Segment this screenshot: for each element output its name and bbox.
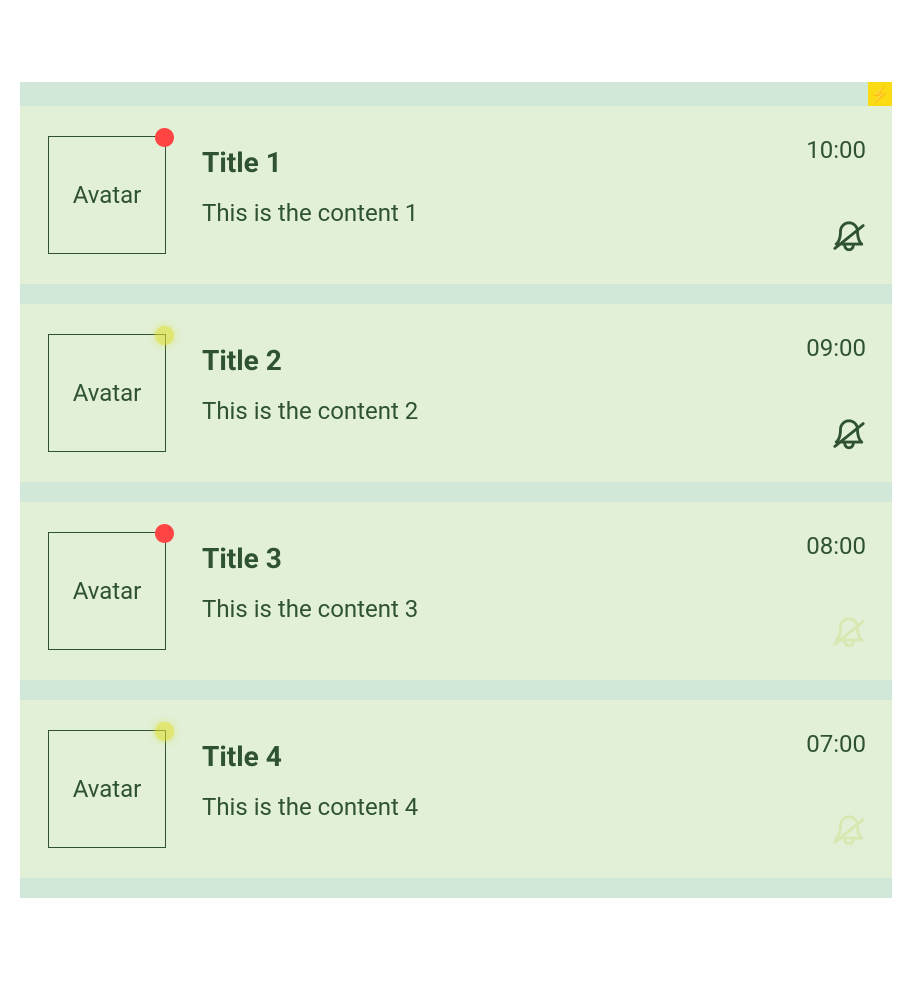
item-title: Title 4 xyxy=(202,740,786,773)
status-dot xyxy=(155,128,174,147)
bell-off-icon[interactable] xyxy=(832,220,866,254)
status-dot xyxy=(155,326,174,345)
item-time: 10:00 xyxy=(806,136,866,164)
avatar-wrap: Avatar xyxy=(48,730,166,848)
item-content: Title 1 This is the content 1 xyxy=(166,136,786,227)
item-meta: 10:00 xyxy=(786,136,866,254)
item-title: Title 3 xyxy=(202,542,786,575)
avatar: Avatar xyxy=(48,136,166,254)
avatar-wrap: Avatar xyxy=(48,334,166,452)
status-dot xyxy=(155,722,174,741)
list-item[interactable]: Avatar Title 1 This is the content 1 10:… xyxy=(20,106,892,284)
item-description: This is the content 2 xyxy=(202,397,786,425)
item-description: This is the content 3 xyxy=(202,595,786,623)
item-meta: 08:00 xyxy=(786,532,866,650)
list-item[interactable]: Avatar Title 4 This is the content 4 07:… xyxy=(20,700,892,878)
item-title: Title 2 xyxy=(202,344,786,377)
bell-off-icon[interactable] xyxy=(832,616,866,650)
avatar: Avatar xyxy=(48,334,166,452)
item-title: Title 1 xyxy=(202,146,786,179)
list-item[interactable]: Avatar Title 3 This is the content 3 08:… xyxy=(20,502,892,680)
notification-list: ⚡ Avatar Title 1 This is the content 1 1… xyxy=(20,82,892,898)
item-time: 07:00 xyxy=(806,730,866,758)
item-meta: 07:00 xyxy=(786,730,866,848)
lightning-badge[interactable]: ⚡ xyxy=(868,82,892,106)
item-time: 08:00 xyxy=(806,532,866,560)
item-description: This is the content 1 xyxy=(202,199,786,227)
avatar-wrap: Avatar xyxy=(48,136,166,254)
item-meta: 09:00 xyxy=(786,334,866,452)
list-item[interactable]: Avatar Title 2 This is the content 2 09:… xyxy=(20,304,892,482)
item-description: This is the content 4 xyxy=(202,793,786,821)
item-content: Title 2 This is the content 2 xyxy=(166,334,786,425)
avatar-wrap: Avatar xyxy=(48,532,166,650)
lightning-icon: ⚡ xyxy=(870,85,890,104)
bell-off-icon[interactable] xyxy=(832,418,866,452)
status-dot xyxy=(155,524,174,543)
item-content: Title 4 This is the content 4 xyxy=(166,730,786,821)
avatar: Avatar xyxy=(48,730,166,848)
item-time: 09:00 xyxy=(806,334,866,362)
bell-off-icon[interactable] xyxy=(832,814,866,848)
item-content: Title 3 This is the content 3 xyxy=(166,532,786,623)
avatar: Avatar xyxy=(48,532,166,650)
